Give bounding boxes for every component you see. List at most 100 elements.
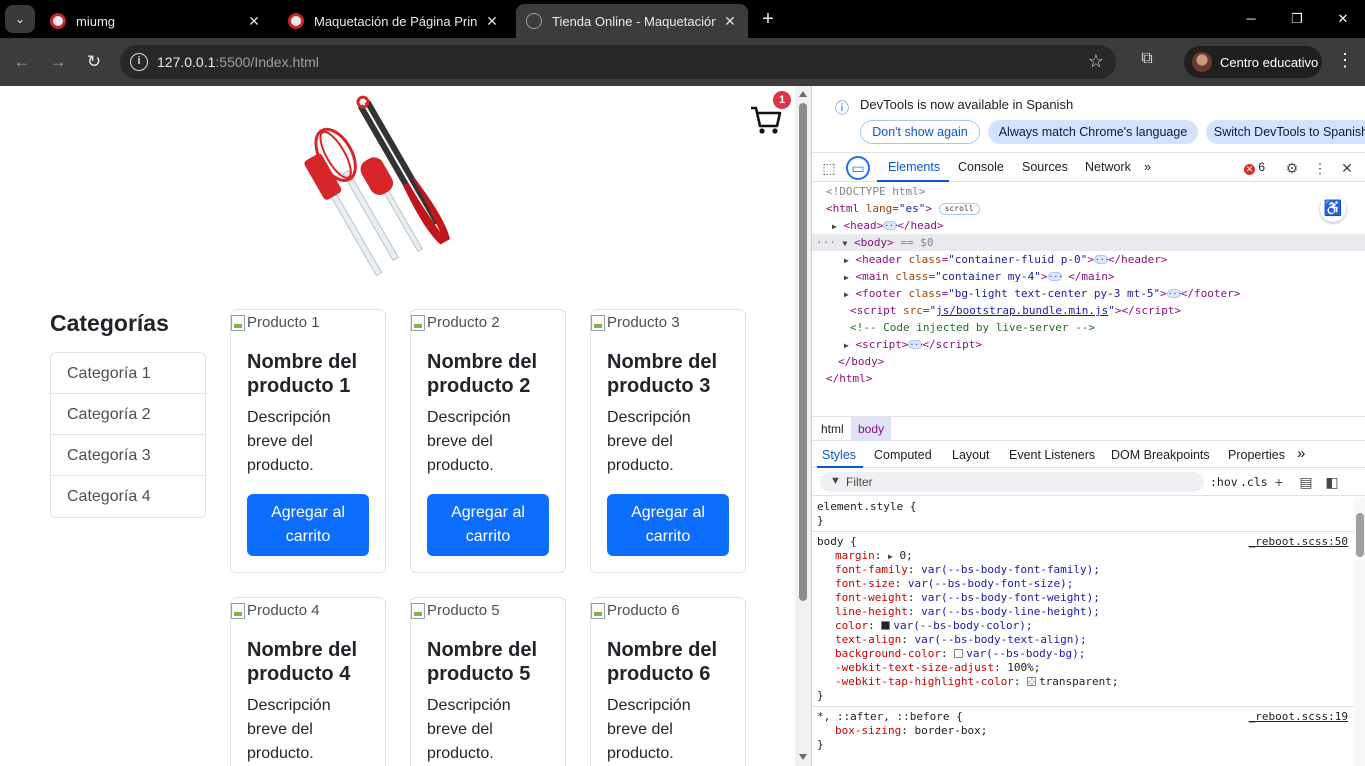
forward-button[interactable]: → <box>46 50 70 74</box>
tab-computed[interactable]: Computed <box>874 448 932 462</box>
error-counter[interactable]: ✕ 6 <box>1244 160 1265 175</box>
color-swatch[interactable] <box>1027 677 1037 686</box>
category-item[interactable]: Categoría 4 <box>51 476 205 517</box>
tab-console[interactable]: Console <box>958 160 1004 174</box>
css-declaration[interactable]: box-sizing: border-box; <box>835 724 987 738</box>
dont-show-again-button[interactable]: Don't show again <box>860 120 980 144</box>
tab-layout[interactable]: Layout <box>952 448 990 462</box>
dom-head-node[interactable]: ▶ <head>···</head> <box>832 217 944 234</box>
tab-maquetacion[interactable]: Maquetación de Página Principal ✕ <box>278 4 510 38</box>
dom-html-node[interactable]: <html lang="es"> scroll <box>826 200 980 217</box>
bookmark-star-icon[interactable]: ☆ <box>1088 51 1104 72</box>
breadcrumb-html[interactable]: html <box>814 417 851 441</box>
switch-language-button[interactable]: Switch DevTools to Spanish <box>1206 120 1365 144</box>
back-button[interactable]: ← <box>10 50 34 74</box>
class-toggle[interactable]: .cls <box>1240 475 1268 489</box>
address-bar[interactable]: i 127.0.0.1:5500/Index.html ☆ <box>120 45 1116 79</box>
hover-state-toggle[interactable]: :hov <box>1210 475 1238 489</box>
add-to-cart-button[interactable]: Agregar al carrito <box>607 494 729 556</box>
minimize-button[interactable]: ─ <box>1228 7 1274 31</box>
scrollbar-thumb[interactable] <box>1356 513 1364 557</box>
site-info-icon[interactable]: i <box>130 53 148 71</box>
tab-event-listeners[interactable]: Event Listeners <box>1009 448 1095 462</box>
element-style-selector[interactable]: element.style { <box>817 500 916 514</box>
close-tab-icon[interactable]: ✕ <box>246 13 262 30</box>
universal-rule-source-link[interactable]: _reboot.scss:19 <box>1249 710 1348 724</box>
styles-filter-input[interactable]: ▼ Filter <box>820 472 1204 492</box>
css-declaration[interactable]: font-weight: var(--bs-body-font-weight); <box>835 591 1100 605</box>
dom-script-node-2[interactable]: ▶ <script>···</script> <box>844 336 982 353</box>
product-description: Descripción breve del producto. <box>427 697 511 762</box>
toggle-sidebar-icon[interactable]: ◧ <box>1323 473 1341 491</box>
body-rule-source-link[interactable]: _reboot.scss:50 <box>1249 535 1348 549</box>
accessibility-tree-icon[interactable]: ♿ <box>1320 196 1346 222</box>
tab-search-button[interactable]: ⌄ <box>5 5 35 33</box>
add-to-cart-button[interactable]: Agregar al carrito <box>427 494 549 556</box>
product-card: Producto 3 Nombre del producto 3 Descrip… <box>590 309 746 573</box>
dom-header-node[interactable]: ▶ <header class="container-fluid p-0">··… <box>844 251 1168 268</box>
url-text[interactable]: 127.0.0.1:5500/Index.html <box>157 54 319 70</box>
dom-doctype[interactable]: <!DOCTYPE html> <box>826 183 925 200</box>
body-rule-selector[interactable]: body { <box>817 535 857 549</box>
rendering-emulation-icon[interactable]: ▤ <box>1297 473 1315 491</box>
tab-styles[interactable]: Styles <box>822 448 856 462</box>
dom-footer-node[interactable]: ▶ <footer class="bg-light text-center py… <box>844 285 1240 302</box>
css-declaration[interactable]: -webkit-tap-highlight-color: transparent… <box>835 675 1119 689</box>
css-declaration[interactable]: text-align: var(--bs-body-text-align); <box>835 633 1087 647</box>
devtools-menu-icon[interactable]: ⋮ <box>1310 158 1330 178</box>
more-tabs-icon[interactable]: » <box>1144 160 1151 174</box>
close-devtools-icon[interactable]: ✕ <box>1337 158 1357 178</box>
tab-miumg[interactable]: miumg ✕ <box>40 4 272 38</box>
more-panes-icon[interactable]: » <box>1297 445 1305 462</box>
tab-dom-breakpoints[interactable]: DOM Breakpoints <box>1111 448 1210 462</box>
tab-network[interactable]: Network <box>1085 160 1131 174</box>
page-scrollbar[interactable] <box>795 86 811 766</box>
new-tab-button[interactable]: + <box>756 8 780 32</box>
settings-gear-icon[interactable]: ⚙ <box>1282 158 1302 178</box>
universal-rule-selector[interactable]: *, ::after, ::before { <box>817 710 963 724</box>
color-swatch[interactable] <box>881 621 891 630</box>
scroll-up-arrow-icon[interactable] <box>799 91 807 97</box>
profile-button[interactable]: Centro educativo <box>1184 46 1322 78</box>
dom-comment-node[interactable]: <!-- Code injected by live-server --> <box>850 319 1095 336</box>
close-window-button[interactable]: ✕ <box>1320 7 1365 31</box>
tab-tienda-online[interactable]: Tienda Online - Maquetación con Bootstra… <box>516 4 748 38</box>
extensions-icon[interactable]: ⧉ <box>1136 50 1158 72</box>
css-declaration[interactable]: color: var(--bs-body-color); <box>835 619 1032 633</box>
css-declaration[interactable]: line-height: var(--bs-body-line-height); <box>835 605 1100 619</box>
color-swatch[interactable] <box>954 649 964 658</box>
close-tab-icon[interactable]: ✕ <box>722 13 738 30</box>
tab-title: Tienda Online - Maquetación con Bootstra… <box>552 13 716 29</box>
inspect-element-icon[interactable]: ⬚ <box>819 158 839 178</box>
category-item[interactable]: Categoría 3 <box>51 435 205 476</box>
browser-toolbar: ← → ↻ i 127.0.0.1:5500/Index.html ☆ <box>0 38 1365 86</box>
chrome-menu-icon[interactable]: ⋮ <box>1336 50 1354 71</box>
scrollbar-thumb[interactable] <box>799 103 807 601</box>
css-declaration[interactable]: background-color: var(--bs-body-bg); <box>835 647 1085 661</box>
device-toolbar-icon[interactable]: ▭ <box>846 156 870 180</box>
styles-scrollbar[interactable] <box>1354 497 1365 766</box>
dom-script-node[interactable]: <script src="js/bootstrap.bundle.min.js"… <box>850 302 1181 319</box>
css-declaration[interactable]: font-family: var(--bs-body-font-family); <box>835 563 1100 577</box>
dom-main-node[interactable]: ▶ <main class="container my-4">··· </mai… <box>844 268 1115 285</box>
category-item[interactable]: Categoría 2 <box>51 394 205 435</box>
devtools-tabbar: ⬚ ▭ Elements Console Sources Network » ✕… <box>812 152 1365 182</box>
scroll-down-arrow-icon[interactable] <box>799 754 807 760</box>
reload-button[interactable]: ↻ <box>82 50 106 74</box>
category-item[interactable]: Categoría 1 <box>51 353 205 394</box>
scroll-badge[interactable]: scroll <box>938 203 980 215</box>
css-declaration[interactable]: margin: ▶ 0; <box>835 549 913 563</box>
new-rule-icon[interactable]: + <box>1270 473 1288 491</box>
tab-sources[interactable]: Sources <box>1022 160 1068 174</box>
product-image: Producto 6 <box>591 602 680 619</box>
tab-elements[interactable]: Elements <box>888 160 940 174</box>
close-tab-icon[interactable]: ✕ <box>484 13 500 30</box>
css-declaration[interactable]: font-size: var(--bs-body-font-size); <box>835 577 1073 591</box>
add-to-cart-button[interactable]: Agregar al carrito <box>247 494 369 556</box>
css-declaration[interactable]: -webkit-text-size-adjust: 100%; <box>835 661 1040 675</box>
dom-body-node[interactable]: ··· ▼ <body> == $0 <box>812 234 1365 251</box>
breadcrumb-body[interactable]: body <box>851 417 892 441</box>
tab-properties[interactable]: Properties <box>1228 448 1285 462</box>
match-language-button[interactable]: Always match Chrome's language <box>988 120 1198 144</box>
maximize-button[interactable]: ❐ <box>1274 7 1320 31</box>
